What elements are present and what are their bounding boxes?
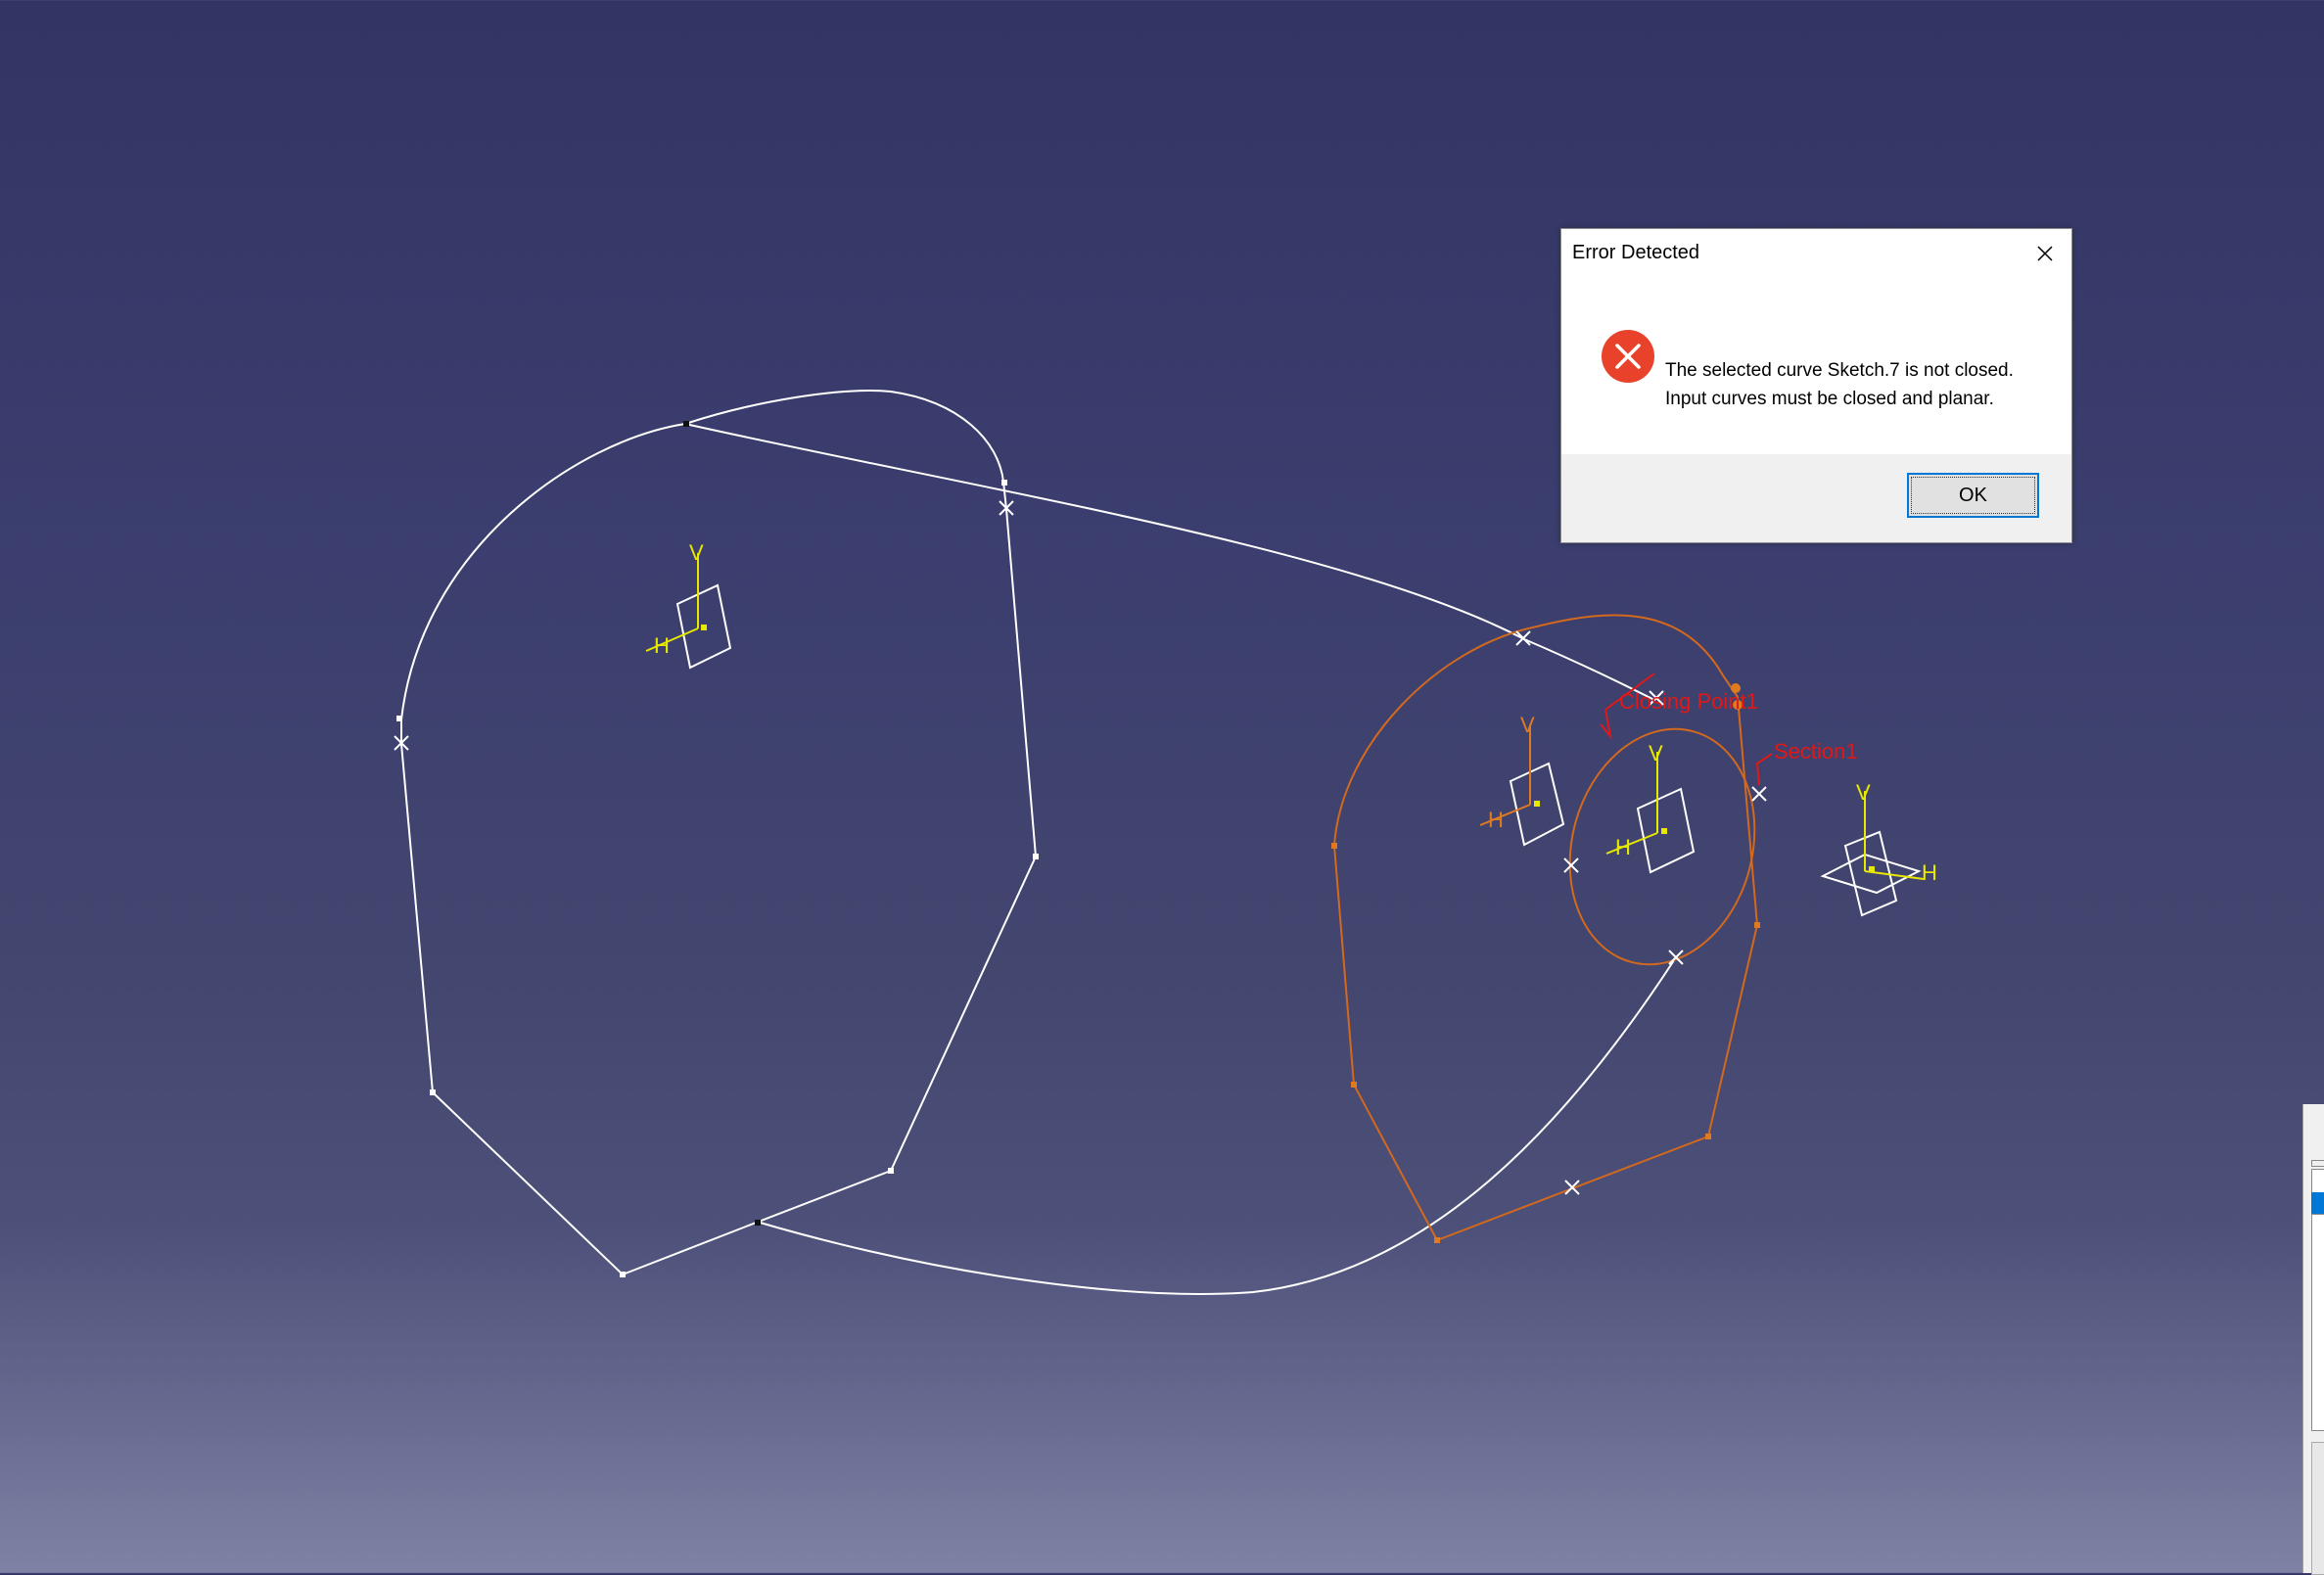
- axis-v-label-orange: V: [1520, 713, 1535, 737]
- axis-h-label-center: H: [1615, 835, 1631, 859]
- axis-h-label-orange: H: [1488, 808, 1504, 832]
- clipped-side-panel[interactable]: [2302, 1104, 2324, 1575]
- axis-v-label: V: [689, 540, 704, 565]
- error-icon: [1602, 330, 1654, 383]
- axis-h-label: H: [654, 633, 670, 658]
- dialog-close-button[interactable]: [2019, 229, 2071, 278]
- panel-field: [2311, 1160, 2324, 1167]
- dialog-titlebar[interactable]: Error Detected: [1561, 229, 2071, 280]
- dialog-message-line2: Input curves must be closed and planar.: [1665, 389, 1994, 409]
- section-annotation[interactable]: Section1: [1755, 739, 1858, 786]
- left-section-profile[interactable]: [400, 390, 1038, 1276]
- axis-h-label-right: H: [1922, 860, 1937, 885]
- dialog-message: The selected curve Sketch.7 is not close…: [1665, 356, 2014, 413]
- dialog-title: Error Detected: [1572, 242, 1700, 263]
- axis-system-right: V H: [1820, 780, 1937, 917]
- dialog-message-line1: The selected curve Sketch.7 is not close…: [1665, 360, 2014, 381]
- panel-list-selected-row[interactable]: [2311, 1192, 2324, 1214]
- close-icon: [2037, 246, 2053, 261]
- error-dialog[interactable]: Error Detected The selected curve Sketch…: [1560, 228, 2072, 543]
- panel-list[interactable]: [2311, 1169, 2324, 1194]
- axis-v-label-center: V: [1649, 741, 1663, 765]
- guide-curves[interactable]: [684, 423, 1677, 1295]
- ok-button[interactable]: OK: [1907, 473, 2039, 518]
- section-label: Section1: [1774, 739, 1858, 764]
- closing-point-label: Closing Point1: [1619, 689, 1758, 714]
- closing-point-annotation[interactable]: Closing Point1: [1600, 672, 1758, 740]
- focus-ring: [1911, 477, 2035, 514]
- panel-list-body[interactable]: [2311, 1214, 2324, 1431]
- axis-v-label-right: V: [1856, 780, 1871, 805]
- intersection-markers: [394, 500, 1767, 1195]
- axis-system-center: V H: [1605, 741, 1696, 874]
- axis-system-left: V H: [645, 540, 732, 670]
- panel-button-area[interactable]: [2311, 1442, 2324, 1575]
- dialog-footer: OK: [1561, 454, 2071, 542]
- orange-vertex-points: [1331, 683, 1760, 1243]
- axis-system-orange: V H: [1479, 713, 1565, 847]
